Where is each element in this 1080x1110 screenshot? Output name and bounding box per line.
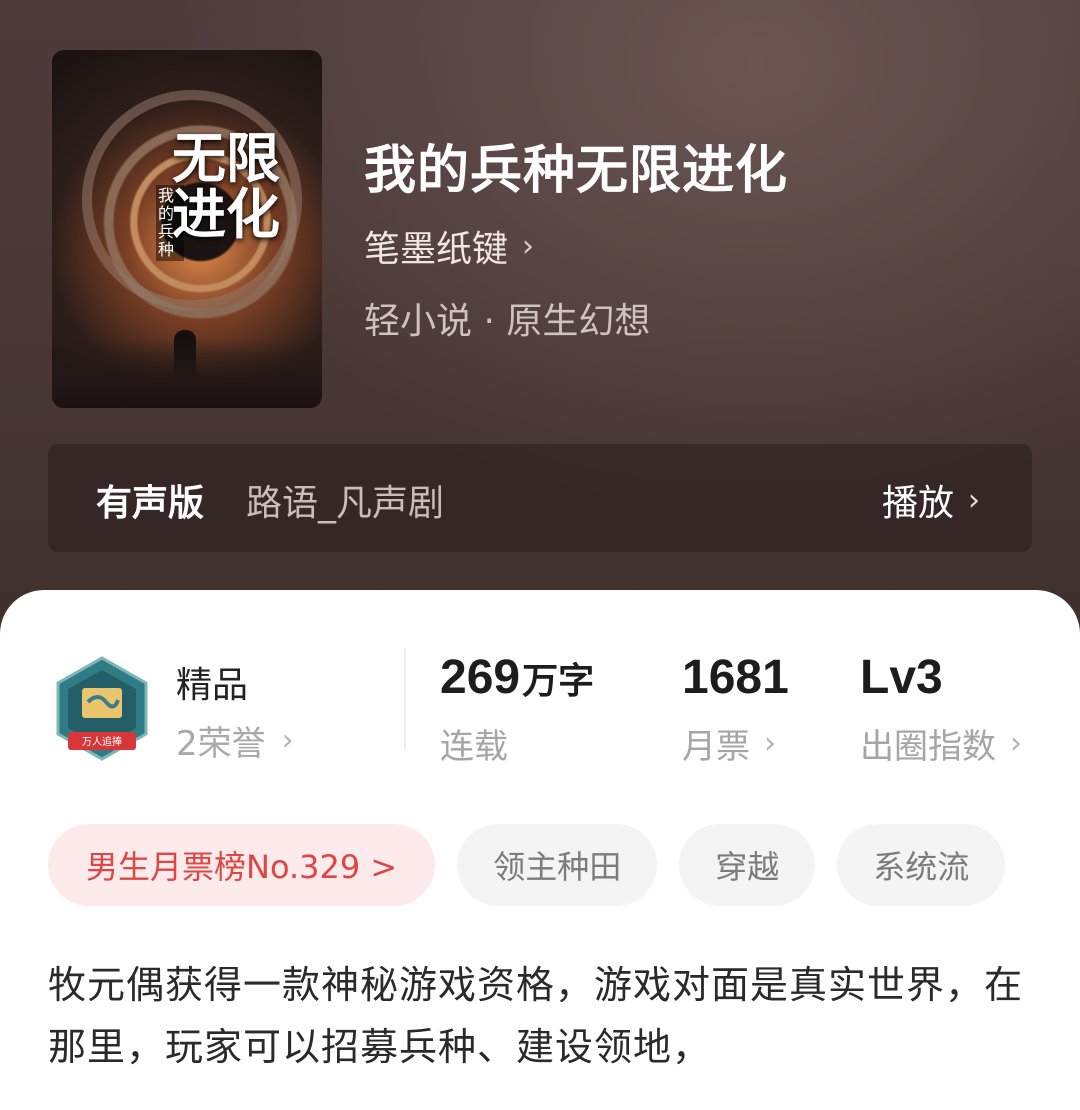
divider	[404, 648, 406, 750]
tag-item[interactable]: 穿越	[679, 824, 816, 906]
word-count-value: 269	[440, 651, 521, 704]
audio-narrator: 路语_凡声剧	[246, 483, 445, 524]
chevron-right-icon: ›	[764, 726, 776, 761]
quality-label: 精品	[176, 665, 249, 706]
influence-label: 出圈指数	[860, 727, 996, 767]
monthly-votes-value: 1681	[682, 651, 789, 704]
book-info-card: 万人追捧 精品 2荣誉 › 269万字 连载 1681 月票 › Lv3 出圈指…	[0, 590, 1080, 1110]
book-title: 我的兵种无限进化	[364, 140, 789, 201]
author-link[interactable]: 笔墨纸键 ›	[364, 220, 534, 272]
audio-version-bar[interactable]: 有声版 路语_凡声剧 播放 ›	[48, 444, 1032, 552]
chevron-right-icon: ›	[968, 482, 980, 518]
word-count-stat: 269万字 连载	[440, 650, 594, 768]
play-button[interactable]: 播放 ›	[882, 474, 980, 526]
badge-text: 万人追捧	[82, 735, 122, 748]
chevron-right-icon: ›	[522, 228, 535, 264]
cover-city	[52, 338, 322, 408]
tag-item[interactable]: 领主种田	[457, 824, 658, 906]
status-label: 连载	[440, 727, 508, 767]
play-label: 播放	[881, 483, 954, 524]
book-genre: 轻小说 · 原生幻想	[364, 301, 651, 342]
book-header: 我的兵种 无限进化 我的兵种无限进化 笔墨纸键 › 轻小说 · 原生幻想 有声版…	[0, 0, 1080, 640]
quality-badge-icon[interactable]: 万人追捧	[52, 656, 152, 762]
tag-list: 男生月票榜No.329 > 领主种田 穿越 系统流	[48, 824, 1006, 906]
chevron-right-icon: ›	[281, 723, 294, 758]
honor-link[interactable]: 2荣誉 ›	[176, 716, 294, 765]
book-description[interactable]: 牧元偶获得一款神秘游戏资格，游戏对面是真实世界，在那里，玩家可以招募兵种、建设领…	[48, 954, 1028, 1078]
monthly-votes-stat[interactable]: 1681 月票 ›	[682, 650, 789, 768]
book-cover[interactable]: 我的兵种 无限进化	[52, 50, 322, 408]
cover-title-art: 无限进化	[172, 126, 280, 246]
tag-item[interactable]: 系统流	[837, 824, 1006, 906]
rank-tag[interactable]: 男生月票榜No.329 >	[48, 824, 436, 906]
monthly-votes-label: 月票	[682, 727, 750, 767]
influence-level: Lv3	[860, 651, 943, 704]
honor-count: 2荣誉	[176, 724, 266, 764]
influence-stat[interactable]: Lv3 出圈指数 ›	[860, 650, 1022, 768]
chevron-right-icon: ›	[1010, 726, 1022, 761]
audio-label: 有声版	[96, 483, 205, 524]
author-name: 笔墨纸键	[364, 229, 509, 270]
word-count-unit: 万字	[522, 661, 595, 702]
